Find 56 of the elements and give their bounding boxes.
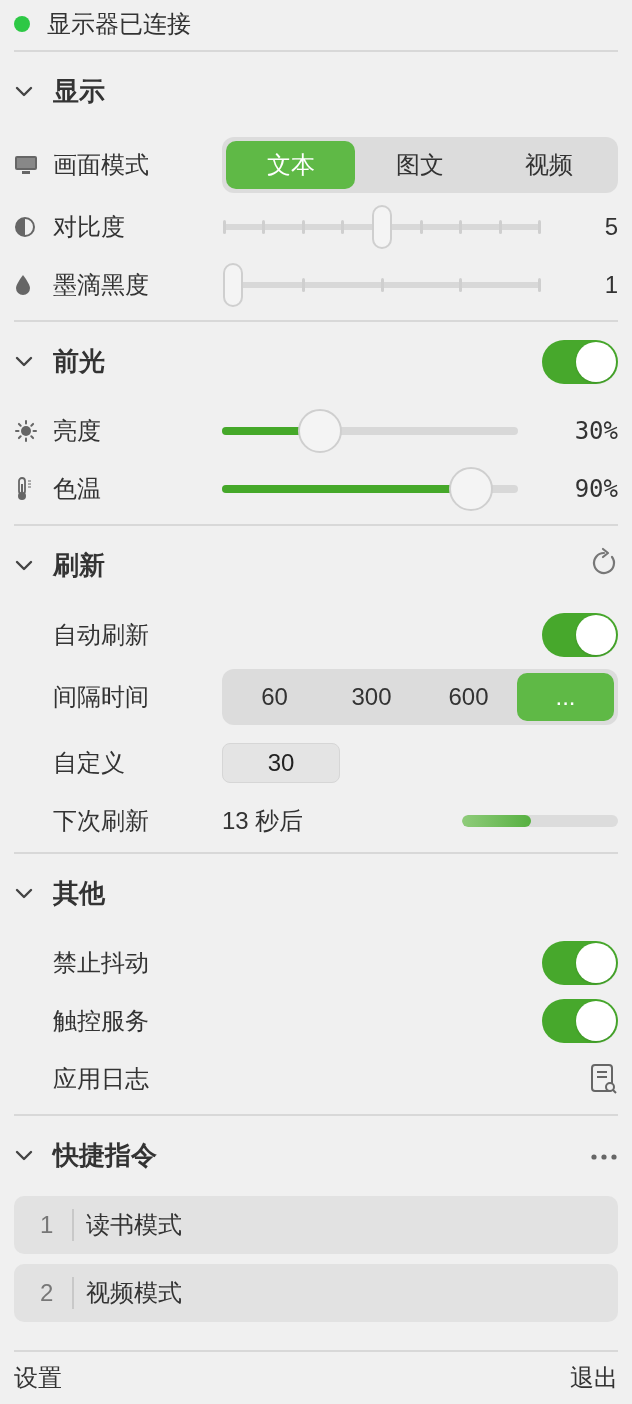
shortcut-label: 读书模式 — [86, 1209, 182, 1240]
toggle-switch[interactable] — [542, 612, 618, 657]
row-label: 自动刷新 — [53, 619, 149, 650]
row-label: 触控服务 — [53, 1005, 149, 1036]
slider-value: 1 — [604, 269, 618, 300]
section-title[interactable]: 其他 — [53, 874, 105, 914]
section-title[interactable]: 刷新 — [53, 546, 105, 586]
segment-option[interactable]: 300 — [323, 672, 420, 721]
log-viewer-icon[interactable] — [590, 1062, 618, 1095]
contrast-icon — [14, 215, 36, 238]
shortcut-item[interactable]: 2 视频模式 — [14, 1263, 618, 1322]
status-text: 显示器已连接 — [47, 8, 191, 39]
quit-button[interactable]: 退出 — [570, 1359, 618, 1396]
shortcut-item[interactable]: 1 读书模式 — [14, 1195, 618, 1254]
segment-option[interactable]: 视频 — [484, 140, 614, 189]
row-label: 色温 — [53, 473, 101, 504]
row-label: 间隔时间 — [53, 681, 149, 712]
monitor-icon — [14, 153, 38, 176]
segment-option[interactable]: 600 — [420, 672, 517, 721]
shortcut-number: 1 — [40, 1209, 55, 1240]
row-label: 亮度 — [53, 415, 101, 446]
row-label: 画面模式 — [53, 149, 149, 180]
row-label: 自定义 — [53, 747, 125, 778]
section-title[interactable]: 前光 — [53, 342, 105, 382]
chevron-icon[interactable] — [14, 84, 34, 99]
section-title[interactable]: 快捷指令 — [53, 1136, 157, 1176]
slider-value: 90% — [574, 473, 618, 505]
slider-thumb[interactable] — [372, 204, 392, 249]
slider-track[interactable] — [223, 262, 541, 307]
drop-icon — [14, 273, 32, 296]
row-label: 对比度 — [53, 211, 125, 242]
row-label: 应用日志 — [53, 1063, 149, 1094]
settings-button[interactable]: 设置 — [14, 1359, 62, 1396]
slider-value: 30% — [574, 415, 618, 447]
toggle-switch[interactable] — [542, 998, 618, 1043]
countdown-text: 13 秒后 — [222, 805, 304, 836]
chevron-icon[interactable] — [14, 886, 34, 901]
shortcut-number: 2 — [40, 1277, 55, 1308]
shortcut-label: 视频模式 — [86, 1277, 182, 1308]
segment-option[interactable]: 图文 — [355, 140, 485, 189]
chevron-icon[interactable] — [14, 354, 34, 369]
slider-value: 5 — [604, 211, 618, 242]
sun-icon — [14, 418, 38, 443]
row-label: 禁止抖动 — [53, 947, 149, 978]
chevron-icon[interactable] — [14, 558, 34, 573]
chevron-icon[interactable] — [14, 1148, 34, 1163]
slider-track[interactable] — [223, 204, 541, 249]
input-field[interactable]: 30 — [222, 742, 340, 783]
toggle-switch[interactable] — [542, 339, 618, 384]
more-icon[interactable] — [590, 1152, 618, 1161]
slider-thumb[interactable] — [223, 262, 243, 307]
section-title[interactable]: 显示 — [53, 72, 105, 112]
segment-option[interactable]: 60 — [226, 672, 323, 721]
row-label: 下次刷新 — [53, 805, 149, 836]
row-label: 墨滴黑度 — [53, 269, 149, 300]
toggle-switch[interactable] — [542, 940, 618, 985]
